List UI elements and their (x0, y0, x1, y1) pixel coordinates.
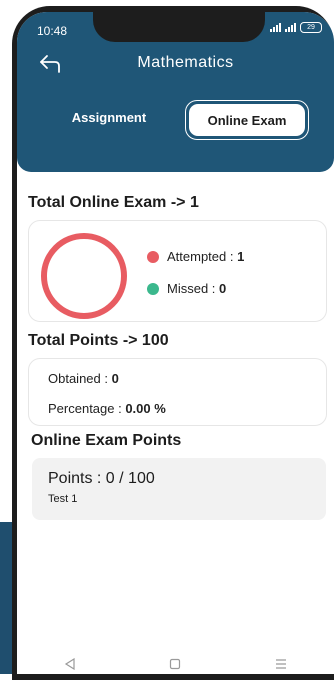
back-arrow-icon (40, 55, 60, 73)
exam-points-item[interactable]: Points : 0 / 100 Test 1 (32, 458, 326, 520)
signal-icon (270, 23, 281, 32)
missed-text: Missed : 0 (167, 281, 227, 296)
page-title: Mathematics (137, 54, 234, 71)
points-summary-card: Obtained : 0 Percentage : 0.00 % (28, 358, 327, 426)
attempted-dot (147, 250, 159, 263)
signal-icon-2 (285, 23, 296, 32)
tab-online-exam-label: Online Exam (189, 104, 305, 136)
exam-points-title: Online Exam Points (31, 432, 182, 449)
obtained-row: Obtained : 0 (48, 371, 119, 386)
exam-points-value: Points : 0 / 100 (48, 470, 155, 487)
menu-lines-icon (276, 659, 287, 669)
exam-summary-card: Attempted : 1 Missed : 0 (28, 220, 327, 322)
percentage-row: Percentage : 0.00 % (48, 401, 166, 416)
status-time: 10:48 (37, 24, 68, 38)
donut-attempted-ring (41, 233, 127, 319)
triangle-back-icon (64, 658, 75, 670)
nav-back-button[interactable] (50, 656, 90, 672)
app-screen: 10:48 29 Mathematics Assignment Online E… (17, 12, 334, 674)
camera-notch (93, 12, 265, 42)
app-header: 10:48 29 Mathematics Assignment Online E… (17, 12, 334, 172)
square-home-icon (170, 658, 181, 670)
status-icons: 29 (270, 22, 322, 33)
legend-attempted: Attempted : 1 (147, 249, 244, 264)
battery-icon: 29 (300, 22, 322, 33)
tab-assignment[interactable]: Assignment (59, 110, 159, 130)
tab-online-exam[interactable]: Online Exam (185, 100, 309, 140)
nav-menu-button[interactable] (261, 656, 301, 672)
system-navbar (17, 654, 334, 674)
back-button[interactable] (37, 52, 65, 78)
attempt-donut-chart (41, 233, 127, 319)
points-summary-title: Total Points -> 100 (28, 332, 169, 349)
exam-name: Test 1 (48, 493, 78, 505)
legend-missed: Missed : 0 (147, 281, 226, 296)
exam-summary-title: Total Online Exam -> 1 (28, 194, 199, 211)
attempted-text: Attempted : 1 (167, 249, 245, 264)
missed-dot (147, 282, 159, 295)
nav-home-button[interactable] (155, 656, 195, 672)
